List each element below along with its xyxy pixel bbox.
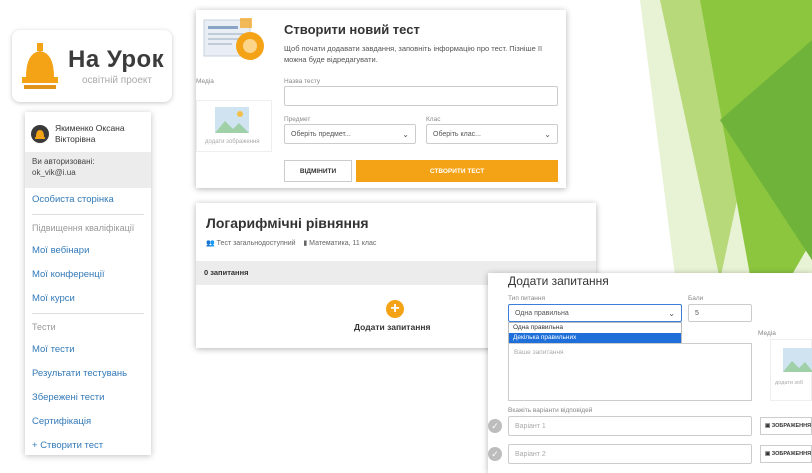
- users-icon: 👥: [206, 240, 215, 247]
- sidebar-item-saved-tests[interactable]: Збережені тести: [25, 386, 151, 410]
- subject-select[interactable]: Оберіть предмет... ⌄: [284, 124, 416, 144]
- class-select[interactable]: Оберіть клас... ⌄: [426, 124, 558, 144]
- answer-2-image-button[interactable]: ▣ ЗОБРАЖЕННЯ: [760, 445, 812, 463]
- question-textarea[interactable]: Ваше запитання: [508, 343, 752, 401]
- chevron-down-icon: ⌄: [544, 129, 551, 139]
- test-name-input[interactable]: [284, 86, 558, 106]
- sidebar-item-personal-page[interactable]: Особиста сторінка: [25, 188, 151, 212]
- chevron-down-icon: ⌄: [402, 129, 409, 139]
- divider: [32, 313, 144, 314]
- subject-value: Оберіть предмет...: [291, 130, 351, 138]
- type-value: Одна правильна: [515, 309, 569, 317]
- score-input[interactable]: 5: [688, 304, 752, 322]
- user-name: Якименко Оксана Вікторівна: [55, 123, 125, 144]
- auth-label: Ви авторизовані:: [32, 157, 95, 166]
- image-placeholder-icon: [783, 348, 812, 372]
- divider: [32, 214, 144, 215]
- name-label: Назва тесту: [284, 78, 321, 85]
- auth-info: Ви авторизовані: ok_vik@i.ua: [25, 152, 151, 188]
- image-button-label: ЗОБРАЖЕННЯ: [771, 451, 812, 457]
- check-icon[interactable]: ✓: [488, 447, 502, 461]
- avatar: [31, 125, 49, 143]
- add-question-panel: Додати запитання Тип питання Одна правил…: [488, 273, 812, 473]
- subject-label: Предмет: [284, 116, 311, 123]
- media-label: Медіа: [196, 78, 214, 85]
- media-caption: додати зоб: [775, 380, 804, 386]
- test-access: Тест загальнодоступний: [216, 240, 296, 247]
- score-label: Бали: [688, 295, 704, 302]
- answer-2-input[interactable]: Варіант 2: [508, 444, 752, 464]
- book-icon: ▮: [303, 240, 308, 247]
- sidebar-item-webinars[interactable]: Мої вебінари: [25, 239, 151, 263]
- media-label: Медіа: [758, 330, 776, 337]
- panel-title: Створити новий тест: [284, 22, 420, 37]
- dropdown-option-selected[interactable]: Декілька правильних: [509, 333, 681, 343]
- answers-label: Вкажіть варіанти відповідей: [508, 407, 593, 414]
- sidebar-section-qualification: Підвищення кваліфікації: [32, 223, 135, 233]
- media-upload[interactable]: додати зображення: [196, 100, 272, 152]
- test-illustration-icon: [203, 18, 264, 60]
- test-title: Логарифмічні рівняння: [206, 215, 369, 231]
- image-placeholder-icon: [215, 107, 249, 133]
- media-caption: додати зображення: [205, 139, 260, 145]
- class-value: Оберіть клас...: [433, 130, 481, 138]
- image-icon: ▣: [765, 423, 772, 429]
- image-button-label: ЗОБРАЖЕННЯ: [771, 423, 812, 429]
- user-info: Якименко Оксана Вікторівна: [25, 112, 151, 152]
- add-question-icon[interactable]: +: [386, 300, 404, 318]
- panel-title: Додати запитання: [508, 274, 609, 288]
- sidebar-item-certification[interactable]: Сертифікація: [25, 410, 151, 434]
- answer-1-image-button[interactable]: ▣ ЗОБРАЖЕННЯ: [760, 417, 812, 435]
- type-label: Тип питання: [508, 295, 546, 302]
- panel-description: Щоб почати додавати завдання, заповніть …: [284, 44, 543, 64]
- create-test-button[interactable]: СТВОРИТИ ТЕСТ: [356, 160, 558, 182]
- sidebar: Якименко Оксана Вікторівна Ви авторизова…: [25, 112, 151, 455]
- create-test-label: Створити тест: [40, 440, 104, 451]
- sidebar-item-conferences[interactable]: Мої конференції: [25, 263, 151, 287]
- image-icon: ▣: [765, 451, 772, 457]
- bell-avatar-icon: [35, 130, 45, 139]
- question-type-dropdown: Одна правильна Декілька правильних: [508, 322, 682, 344]
- bell-icon: [22, 43, 58, 89]
- sidebar-item-my-tests[interactable]: Мої тести: [25, 338, 151, 362]
- sidebar-item-test-results[interactable]: Результати тестувань: [25, 362, 151, 386]
- add-question-button[interactable]: Додати запитання: [354, 322, 430, 332]
- logo-subtitle: освітній проект: [82, 75, 152, 86]
- check-icon[interactable]: ✓: [488, 419, 502, 433]
- sidebar-section-tests: Тести: [32, 322, 56, 332]
- answer-1-input[interactable]: Варіант 1: [508, 416, 752, 436]
- question-type-select[interactable]: Одна правильна ⌄: [508, 304, 682, 322]
- media-upload[interactable]: додати зоб: [770, 339, 812, 401]
- class-label: Клас: [426, 116, 441, 123]
- test-meta: 👥 Тест загальнодоступний ▮ Математика, 1…: [206, 239, 376, 247]
- sidebar-item-create-test[interactable]: + Створити тест: [25, 434, 151, 458]
- test-subject: Математика, 11 клас: [309, 240, 377, 247]
- sidebar-item-courses[interactable]: Мої курси: [25, 287, 151, 311]
- cancel-button[interactable]: ВІДМІНИТИ: [284, 160, 352, 182]
- chevron-down-icon: ⌄: [668, 308, 675, 318]
- logo-title: На Урок: [68, 46, 165, 73]
- create-test-panel: Створити новий тест Щоб почати додавати …: [196, 10, 566, 188]
- auth-email: ok_vik@i.ua: [32, 167, 76, 177]
- site-logo[interactable]: На Урок освітній проект: [12, 30, 172, 102]
- dropdown-option[interactable]: Одна правильна: [509, 323, 681, 333]
- plus-icon: +: [32, 440, 41, 451]
